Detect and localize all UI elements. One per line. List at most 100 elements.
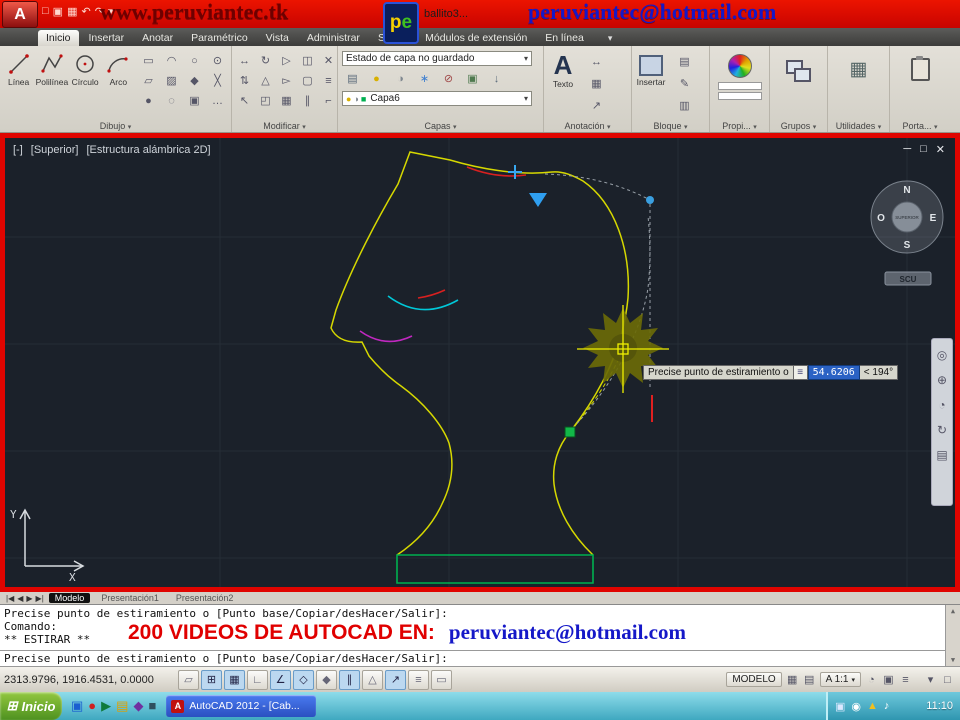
command-line-panel[interactable]: Precise punto de estiramiento o [Punto b… bbox=[0, 604, 960, 666]
property-bar[interactable] bbox=[717, 92, 762, 100]
compass-e[interactable]: E bbox=[930, 213, 937, 224]
qat-icon[interactable]: □ bbox=[42, 5, 49, 18]
draw-tool-icon[interactable]: … bbox=[207, 91, 228, 110]
draw-tool-icon[interactable]: ▣ bbox=[184, 91, 205, 110]
command-prompt-input[interactable]: Precise punto de estiramiento o [Punto b… bbox=[4, 652, 448, 665]
chevron-down-icon[interactable]: ▾ bbox=[604, 31, 617, 46]
navbar-tool-icon[interactable]: ◎ bbox=[937, 348, 947, 362]
quick-launch-icon[interactable]: ■ bbox=[148, 698, 156, 714]
quick-launch-icon[interactable]: ▣ bbox=[71, 698, 83, 714]
panel-label-anotacion[interactable]: Anotación ▾ bbox=[544, 121, 631, 131]
tab-modulos-extension[interactable]: Módulos de extensión bbox=[417, 30, 535, 46]
modify-tool-icon[interactable]: ▷ bbox=[276, 51, 297, 70]
tab-presentacion2[interactable]: Presentación2 bbox=[170, 593, 240, 603]
layout-nav-arrow[interactable]: ◀ bbox=[17, 594, 23, 603]
taskbar-clock[interactable]: 11:10 bbox=[926, 700, 953, 712]
taskbar-app-button[interactable]: A AutoCAD 2012 - [Cab... bbox=[166, 695, 317, 717]
navbar-tool-icon[interactable]: ◔ bbox=[938, 398, 945, 412]
drafting-toggle-button[interactable]: ↗ bbox=[385, 669, 406, 690]
modify-tool-icon[interactable]: ∥ bbox=[297, 91, 318, 110]
layer-combo[interactable]: ● ◑ ■ Capa6 ▾ bbox=[342, 91, 532, 106]
draw-tool-icon[interactable]: ▱ bbox=[138, 71, 159, 90]
quick-launch-icon[interactable]: ▤ bbox=[116, 698, 128, 714]
draw-tool-icon[interactable]: ◆ bbox=[184, 71, 205, 90]
draw-tool-icon[interactable]: ◌ bbox=[161, 91, 182, 110]
modify-tool-icon[interactable]: ↖ bbox=[234, 91, 255, 110]
draw-tool-icon[interactable]: ▨ bbox=[161, 71, 182, 90]
navbar-tool-icon[interactable]: ▤ bbox=[936, 448, 947, 462]
block-tool-icon[interactable]: ▤ bbox=[674, 52, 695, 71]
navbar-tool-icon[interactable]: ⊕ bbox=[937, 373, 947, 387]
start-button[interactable]: ⊞ Inicio bbox=[0, 692, 62, 720]
draw-tool-icon[interactable]: ○ bbox=[184, 51, 205, 70]
modify-tool-icon[interactable]: ⌐ bbox=[318, 91, 339, 110]
modify-tool-icon[interactable]: ◫ bbox=[297, 51, 318, 70]
navbar-tool-icon[interactable]: ↻ bbox=[937, 423, 947, 437]
drafting-toggle-button[interactable]: ≡ bbox=[408, 669, 429, 690]
viewcube[interactable]: N E S O SUPERIOR bbox=[870, 180, 944, 254]
qat-icon[interactable]: ▦ bbox=[67, 5, 77, 18]
modify-tool-icon[interactable]: ⇅ bbox=[234, 71, 255, 90]
compass-o[interactable]: O bbox=[877, 213, 885, 224]
draw-tool-icon[interactable]: ╳ bbox=[207, 71, 228, 90]
layer-tool-icon[interactable]: ◑ bbox=[390, 69, 411, 88]
drafting-toggle-button[interactable]: ▦ bbox=[224, 669, 245, 690]
viewport-view-control[interactable]: [Superior] bbox=[31, 144, 79, 156]
quick-launch-icon[interactable]: ◆ bbox=[133, 698, 143, 714]
layer-tool-icon[interactable]: ⊘ bbox=[438, 69, 459, 88]
quick-launch-icon[interactable]: ▶ bbox=[101, 698, 111, 714]
draw-tool-icon[interactable]: ◠ bbox=[161, 51, 182, 70]
tab-anotar[interactable]: Anotar bbox=[134, 30, 181, 46]
qat-icon[interactable]: ▣ bbox=[53, 5, 63, 18]
viewport-collapse-control[interactable]: [-] bbox=[13, 144, 23, 156]
panel-label-portapapeles[interactable]: Porta... ▾ bbox=[890, 121, 950, 131]
linea-button[interactable]: Línea bbox=[2, 48, 35, 87]
scroll-up-icon[interactable]: ▲ bbox=[951, 607, 955, 615]
layer-tool-icon[interactable]: ▣ bbox=[462, 69, 483, 88]
tray-icon[interactable]: ◉ bbox=[851, 700, 861, 713]
color-wheel-icon[interactable] bbox=[727, 54, 752, 78]
property-bar[interactable] bbox=[717, 82, 762, 90]
modify-tool-icon[interactable]: ◰ bbox=[255, 91, 276, 110]
restore-icon[interactable]: □ bbox=[920, 143, 927, 156]
draw-tool-icon[interactable]: ⊙ bbox=[207, 51, 228, 70]
drawing-canvas[interactable]: Y X N E S O SUPERIOR SCU bbox=[5, 138, 955, 587]
layer-tool-icon[interactable]: ● bbox=[366, 69, 387, 88]
annotation-tool-icon[interactable]: ↗ bbox=[586, 96, 607, 115]
tray-icon[interactable]: ▣ bbox=[835, 700, 845, 713]
command-splitter[interactable] bbox=[0, 650, 945, 651]
panel-label-utilidades[interactable]: Utilidades ▾ bbox=[828, 121, 889, 131]
grip-point[interactable] bbox=[564, 426, 576, 438]
drafting-toggle-button[interactable]: ◇ bbox=[293, 669, 314, 690]
panel-label-modificar[interactable]: Modificar ▾ bbox=[232, 121, 337, 131]
draw-tool-icon[interactable]: ▭ bbox=[138, 51, 159, 70]
arco-button[interactable]: Arco bbox=[102, 48, 135, 87]
chevron-down-icon[interactable]: ▾ bbox=[524, 94, 528, 103]
scu-chip[interactable]: SCU bbox=[884, 271, 932, 286]
drafting-toggle-button[interactable]: △ bbox=[362, 669, 383, 690]
drafting-toggle-button[interactable]: ▱ bbox=[178, 669, 199, 690]
draw-tool-icon[interactable]: ● bbox=[138, 91, 159, 110]
layout-nav-arrow[interactable]: |◀ bbox=[6, 594, 14, 603]
viewport-visual-style-control[interactable]: [Estructura alámbrica 2D] bbox=[86, 144, 210, 156]
red-arc-small[interactable] bbox=[417, 289, 446, 299]
panel-label-bloque[interactable]: Bloque ▾ bbox=[632, 121, 709, 131]
tab-parametrico[interactable]: Paramétrico bbox=[183, 30, 256, 46]
drafting-toggle-button[interactable]: ◆ bbox=[316, 669, 337, 690]
model-viewport[interactable]: Y X N E S O SUPERIOR SCU [-] [Superior] … bbox=[0, 133, 960, 592]
quickview-icon[interactable]: ▤ bbox=[801, 671, 818, 689]
dyn-distance-input[interactable]: 54.6206 bbox=[807, 365, 860, 380]
tab-inicio[interactable]: Inicio bbox=[38, 30, 79, 46]
drafting-toggle-button[interactable]: ∥ bbox=[339, 669, 360, 690]
group-icon[interactable] bbox=[785, 60, 812, 82]
annotation-tool-icon[interactable]: ↔ bbox=[586, 52, 607, 71]
modify-tool-icon[interactable]: ↻ bbox=[255, 51, 276, 70]
panel-label-grupos[interactable]: Grupos ▾ bbox=[770, 121, 827, 131]
drafting-toggle-button[interactable]: ⊞ bbox=[201, 669, 222, 690]
tab-modelo[interactable]: Modelo bbox=[48, 593, 91, 603]
app-menu-button[interactable]: A bbox=[2, 1, 38, 28]
chevron-down-icon[interactable]: ▾ bbox=[524, 54, 528, 63]
modify-tool-icon[interactable]: △ bbox=[255, 71, 276, 90]
annotation-tool-icon[interactable]: ▦ bbox=[586, 74, 607, 93]
cyan-arc[interactable] bbox=[387, 295, 459, 311]
